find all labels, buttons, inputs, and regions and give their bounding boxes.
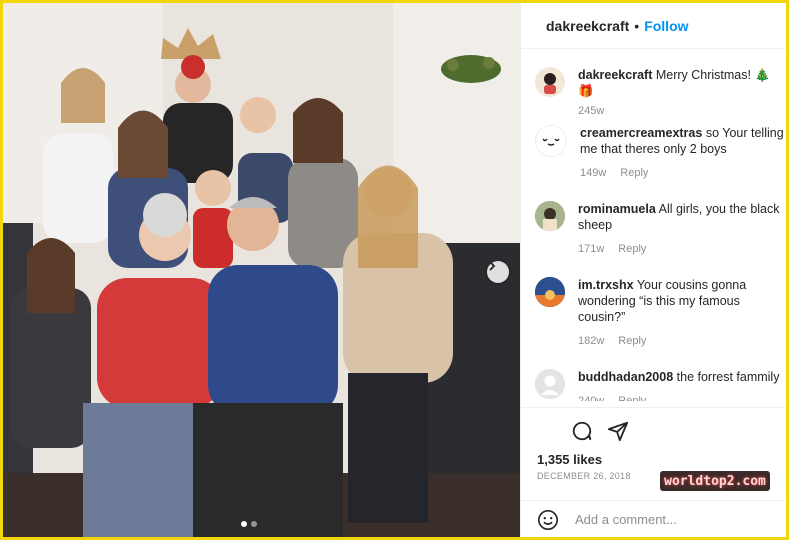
comment-username[interactable]: im.trxshx: [578, 278, 634, 292]
reply-button[interactable]: Reply: [618, 393, 646, 401]
carousel-indicator: [241, 521, 257, 527]
emoji-icon[interactable]: [537, 509, 559, 531]
comment-username[interactable]: buddhadan2008: [578, 370, 673, 384]
comment-username[interactable]: rominamuela: [578, 202, 656, 216]
reply-button[interactable]: Reply: [618, 333, 646, 349]
next-slide-button[interactable]: [487, 261, 509, 283]
post-viewer: dakreekcraft • Follow dakreekcraft Merry…: [0, 0, 789, 540]
watermark-logo: worldtop2.com: [660, 471, 770, 491]
comment-icon[interactable]: [571, 420, 593, 442]
reply-button[interactable]: Reply: [618, 241, 646, 257]
avatar[interactable]: [535, 125, 567, 157]
comments-list[interactable]: dakreekcraft Merry Christmas! 🎄🎁 245w cr…: [521, 49, 786, 401]
avatar[interactable]: [535, 67, 565, 97]
comment-item: rominamuela All girls, you the black she…: [535, 201, 785, 257]
avatar[interactable]: [535, 201, 565, 231]
avatar[interactable]: [535, 369, 565, 399]
comment-time[interactable]: 245w: [578, 103, 604, 119]
carousel-dot: [251, 521, 257, 527]
post-photo[interactable]: [3, 3, 520, 537]
caption-item: dakreekcraft Merry Christmas! 🎄🎁 245w: [535, 67, 785, 119]
comment-time[interactable]: 171w: [578, 241, 604, 257]
reply-button[interactable]: Reply: [620, 165, 648, 181]
comment-time[interactable]: 240w: [578, 393, 604, 401]
comment-item: buddhadan2008 the forrest fammily 240w R…: [535, 369, 785, 401]
comment-input[interactable]: [573, 511, 757, 528]
carousel-dot-active: [241, 521, 247, 527]
header-separator: •: [634, 17, 640, 34]
comment-time[interactable]: 182w: [578, 333, 604, 349]
post-actions: 1,355 likes DECEMBER 26, 2018: [521, 407, 786, 481]
post-header: dakreekcraft • Follow: [521, 3, 786, 49]
comment-text: the forrest fammily: [676, 370, 780, 384]
post-date: DECEMBER 26, 2018: [537, 471, 631, 481]
comment-username[interactable]: dakreekcraft: [578, 68, 652, 82]
header-username[interactable]: dakreekcraft: [546, 18, 629, 34]
family-photo-illustration: [3, 3, 520, 537]
post-side-panel: dakreekcraft • Follow dakreekcraft Merry…: [520, 3, 786, 537]
comment-item: im.trxshx Your cousins gonna wondering “…: [535, 277, 785, 349]
comment-item: creamercreamextras so Your telling me th…: [535, 125, 785, 181]
comment-username[interactable]: creamercreamextras: [580, 126, 702, 140]
follow-button[interactable]: Follow: [644, 18, 688, 34]
likes-count[interactable]: 1,355 likes: [537, 452, 602, 467]
avatar[interactable]: [535, 277, 565, 307]
add-comment-bar: [521, 500, 786, 537]
share-icon[interactable]: [607, 420, 629, 442]
comment-time[interactable]: 149w: [580, 165, 606, 181]
